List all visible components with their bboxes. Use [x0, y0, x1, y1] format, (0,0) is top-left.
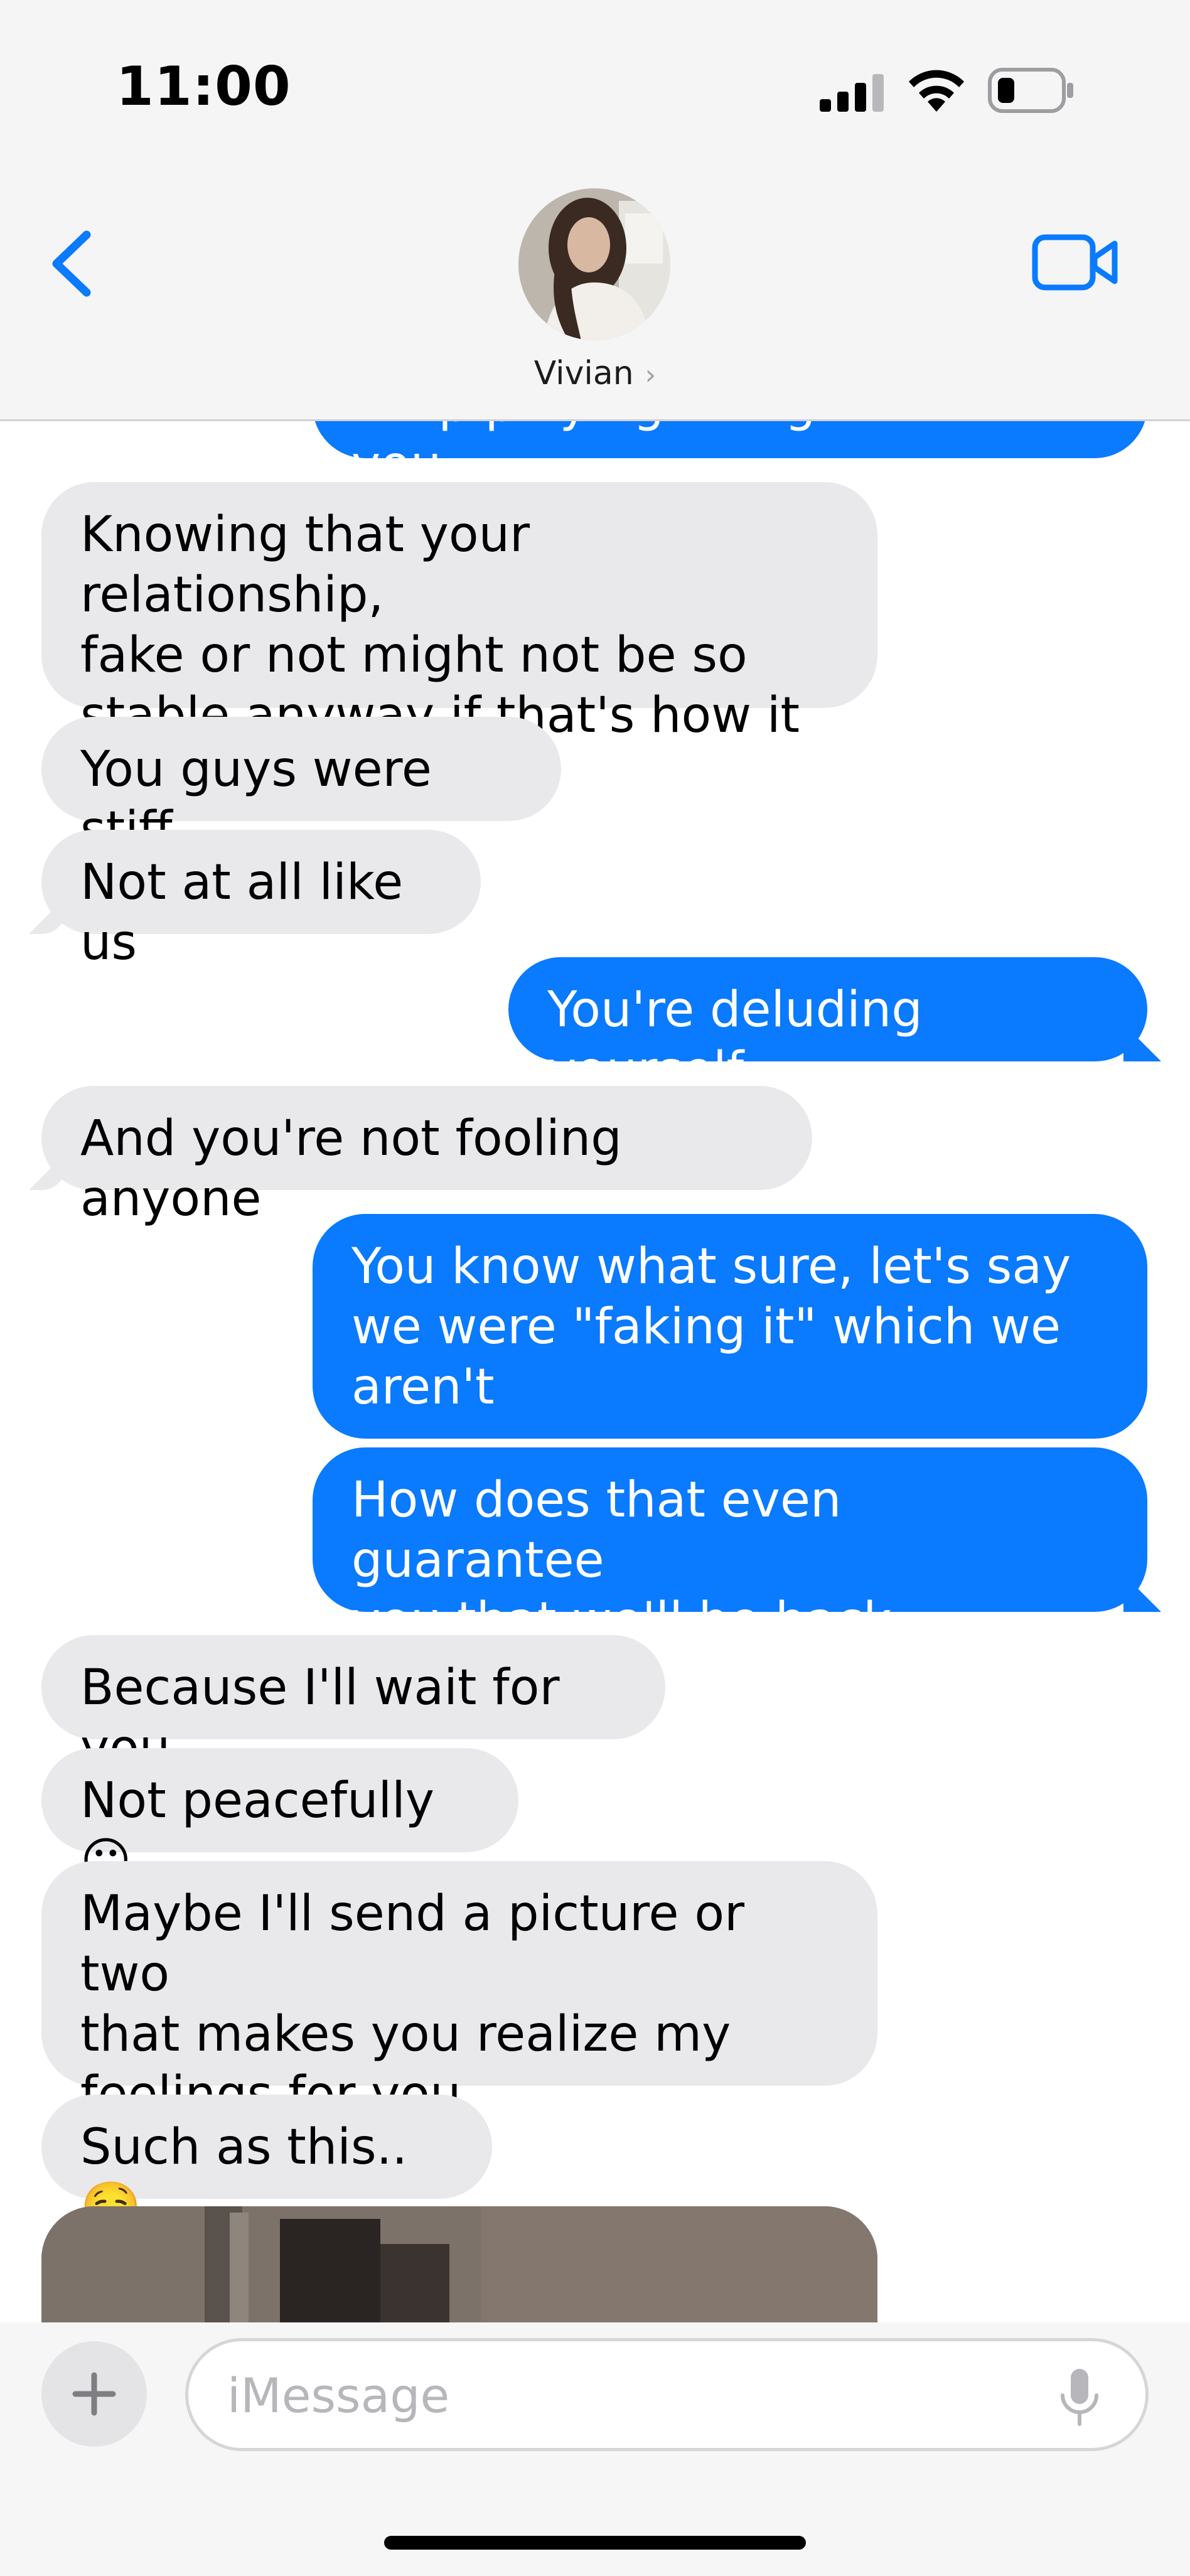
contact-name-button[interactable]: Vivian ›	[0, 355, 1190, 392]
plus-icon	[72, 2372, 116, 2416]
message-bubble-incoming[interactable]: Such as this.. 🤤	[41, 2095, 492, 2236]
photo-content	[41, 2206, 877, 2322]
apps-plus-button[interactable]	[41, 2341, 147, 2447]
message-input-container[interactable]	[185, 2338, 1149, 2451]
message-bubble-incoming[interactable]: Not at all like us	[41, 830, 481, 971]
message-bubble-incoming[interactable]: Maybe I'll send a picture or two that ma…	[41, 1861, 877, 2123]
conversation-header: 11:00 Vivian ›	[0, 0, 1190, 421]
battery-icon	[988, 68, 1073, 113]
status-time: 11:00	[116, 55, 291, 118]
back-button[interactable]	[44, 226, 100, 301]
message-bubble-incoming[interactable]: Because I'll wait for you	[41, 1635, 665, 1776]
microphone-icon	[1061, 2369, 1098, 2426]
status-bar-icons	[820, 63, 1096, 113]
message-bubble-incoming[interactable]: And you're not fooling anyone	[41, 1086, 812, 1227]
avatar-image	[518, 188, 670, 340]
dictation-button[interactable]	[1058, 2366, 1102, 2429]
contact-name: Vivian	[533, 355, 634, 392]
facetime-video-button[interactable]	[1032, 232, 1120, 292]
cellular-signal-icon	[820, 74, 884, 112]
message-input[interactable]	[226, 2360, 1044, 2430]
home-indicator[interactable]	[384, 2536, 806, 2550]
contact-avatar[interactable]	[518, 188, 670, 340]
chevron-right-icon: ›	[645, 359, 657, 391]
message-bubble-outgoing[interactable]: You know what sure, let's say we were "f…	[313, 1214, 1147, 1439]
message-bubble-incoming[interactable]: Not peacefully 😛	[41, 1748, 518, 1889]
message-bubble-incoming[interactable]: You guys were stiff	[41, 717, 561, 858]
message-bubble-outgoing[interactable]: You're deluding yourself	[508, 957, 1147, 1098]
message-bubble-outgoing[interactable]: How does that even guarantee you that we…	[313, 1447, 1147, 1709]
video-camera-icon	[1032, 234, 1118, 291]
chevron-left-icon	[52, 230, 91, 297]
photo-attachment[interactable]	[41, 2206, 877, 2322]
message-bubble-incoming[interactable]: Knowing that your relationship, fake or …	[41, 482, 877, 804]
wifi-icon	[909, 70, 964, 112]
